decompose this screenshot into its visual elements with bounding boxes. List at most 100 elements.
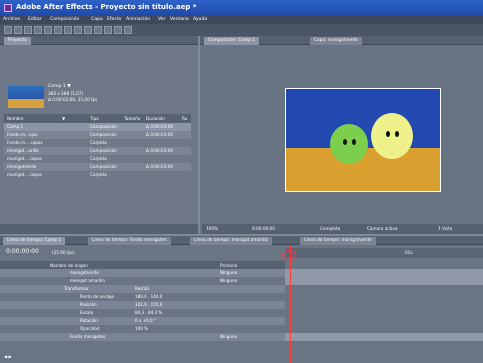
list-item[interactable]: monigot... capas Carpeta (4, 155, 191, 163)
text-tool-icon[interactable] (84, 26, 92, 34)
puppet-tool-icon[interactable] (124, 26, 132, 34)
eraser-tool-icon[interactable] (114, 26, 122, 34)
resolution[interactable]: Completa (320, 226, 340, 231)
list-item[interactable]: Fondo m... capas Carpeta (4, 139, 191, 147)
col-duration[interactable]: Duración (146, 114, 165, 123)
tab-timeline-verde[interactable]: Línea de tiempo: monigotverde (300, 237, 376, 245)
table-row[interactable]: Fondo monigotes Ninguno (0, 333, 285, 341)
zoom-level[interactable]: 100% (206, 226, 218, 231)
table-row[interactable]: Rotación 0 x +0,0 ° (0, 317, 285, 325)
menu-ayuda[interactable]: Ayuda (193, 17, 207, 22)
list-item-type: Carpeta (90, 172, 107, 177)
timeline-tabbar: Línea de tiempo: Comp 1 Línea de tiempo:… (0, 236, 483, 245)
property-name: Punto de anclaje (80, 294, 115, 299)
table-row[interactable]: Punto de anclaje 180,0 , 144,0 (0, 293, 285, 301)
tab-timeline-amarillo[interactable]: Línea de tiempo: monigot amarillo (190, 237, 273, 245)
menu-ventana[interactable]: Ventana (170, 17, 189, 22)
app-icon (4, 4, 12, 12)
menu-bar: Archivo Editar Composición Capa Efecto A… (0, 16, 483, 24)
rotate-tool-icon[interactable] (34, 26, 42, 34)
menu-editar[interactable]: Editar (28, 17, 42, 22)
property-value[interactable]: 0 x +0,0 ° (135, 317, 156, 325)
list-item[interactable]: monigotverde Composición Δ 0:00:03:00 (4, 163, 191, 171)
property-value[interactable]: 84,3 , 84,3 % (135, 309, 162, 317)
layer-name: monigotverde (70, 270, 99, 275)
window-titlebar: Adobe After Effects - Proyecto sin títul… (0, 0, 483, 16)
project-panel: Proyecto Comp 1 ▼ 360 x 288 (1,07) Δ 0:0… (0, 36, 198, 234)
project-item-info-2: Δ 0:00:03:00, 25,00 fps (48, 97, 98, 102)
list-item[interactable]: Fondo m...ojas Composición Δ 0:00:03:00 (4, 131, 191, 139)
list-item-duration: Δ 0:00:03:00 (146, 124, 174, 129)
stamp-tool-icon[interactable] (104, 26, 112, 34)
timeline-ruler[interactable]: 01s (285, 248, 483, 258)
list-item-type: Carpeta (90, 140, 107, 145)
list-item-duration: Δ 0:00:03:00 (146, 132, 174, 137)
playhead-handle-icon[interactable] (282, 250, 296, 260)
brush-tool-icon[interactable] (94, 26, 102, 34)
layer-parent[interactable]: Ninguno (220, 269, 237, 277)
yellow-character[interactable] (371, 113, 413, 159)
menu-composicion[interactable]: Composición (50, 17, 79, 22)
list-item[interactable]: Comp 1 Composición Δ 0:00:03:00 (4, 123, 191, 131)
mask-tool-icon[interactable] (64, 26, 72, 34)
layer-name: monigot amarillo (70, 278, 105, 283)
menu-archivo[interactable]: Archivo (3, 17, 20, 22)
layer-parent[interactable]: Ninguno (220, 277, 237, 285)
menu-efecto[interactable]: Efecto (107, 17, 121, 22)
current-time[interactable]: 0:00:00:00 (252, 226, 275, 231)
tab-proyecto[interactable]: Proyecto (4, 37, 31, 45)
col-parent[interactable]: Primario (220, 263, 237, 268)
list-item[interactable]: monigot...arillo Composición Δ 0:00:03:0… (4, 147, 191, 155)
timeline-track[interactable] (285, 333, 483, 341)
property-value[interactable]: 180,0 , 144,0 (135, 293, 162, 301)
zoom-tool-icon[interactable] (24, 26, 32, 34)
col-sort[interactable]: ▼ (62, 114, 65, 123)
col-type[interactable]: Tipo (90, 114, 99, 123)
pen-tool-icon[interactable] (74, 26, 82, 34)
list-item-name: Fondo m... capas (7, 140, 43, 145)
menu-capa[interactable]: Capa (91, 17, 103, 22)
green-eye-right-icon (352, 139, 356, 145)
timeline-nav[interactable]: ◀ ▶ (4, 354, 12, 359)
hand-tool-icon[interactable] (14, 26, 22, 34)
timecode[interactable]: 0:00:00:00 (6, 248, 39, 255)
col-name[interactable]: Nombre (7, 114, 24, 123)
col-source-name[interactable]: Nombre de origen (50, 263, 88, 268)
col-size[interactable]: Tamaño (124, 114, 140, 123)
property-value[interactable]: 100 % (135, 325, 148, 333)
table-row[interactable]: monigot amarillo Ninguno (0, 277, 285, 285)
tab-capa[interactable]: Capa: monigotverde (310, 37, 362, 45)
table-row[interactable]: Opacidad 100 % (0, 325, 285, 333)
property-name: Escala (80, 310, 94, 315)
selection-tool-icon[interactable] (4, 26, 12, 34)
camera-tool-icon[interactable] (44, 26, 52, 34)
tab-timeline-comp1[interactable]: Línea de tiempo: Comp 1 (3, 237, 66, 245)
layer-parent[interactable]: Ninguno (220, 333, 237, 341)
menu-animacion[interactable]: Animación (126, 17, 150, 22)
view-layout[interactable]: 1 Vista (438, 226, 452, 231)
list-item-type: Composición (90, 164, 117, 169)
table-row[interactable]: Transformar Restab. (0, 285, 285, 293)
col-ru[interactable]: Ru (182, 114, 187, 123)
pan-tool-icon[interactable] (54, 26, 62, 34)
property-value[interactable]: 101,0 , 155,0 (135, 301, 162, 309)
list-item-duration: Δ 0:00:03:00 (146, 164, 174, 169)
table-row[interactable]: Escala 84,3 , 84,3 % (0, 309, 285, 317)
layer-name: Fondo monigotes (70, 334, 106, 339)
table-row[interactable]: Posición 101,0 , 155,0 (0, 301, 285, 309)
fps: (25.00 fps) (52, 250, 75, 255)
tab-composicion[interactable]: Composición: Comp 1 (204, 37, 259, 45)
property-reset-link[interactable]: Restab. (135, 285, 150, 293)
timeline-track[interactable] (285, 277, 483, 285)
green-character[interactable] (330, 124, 368, 164)
active-camera[interactable]: Cámara activa (367, 226, 397, 231)
menu-ver[interactable]: Ver (158, 17, 166, 22)
table-row[interactable]: monigotverde Ninguno (0, 269, 285, 277)
tab-timeline-fondo[interactable]: Línea de tiempo: Fondo monigotes (88, 237, 171, 245)
timeline-track[interactable] (285, 269, 483, 277)
project-tabbar: Proyecto (0, 36, 198, 45)
playhead[interactable] (290, 246, 291, 363)
composition-bottom-bar: 100% 0:00:00:00 Completa Cámara activa 1… (202, 224, 483, 234)
list-item-name: Fondo m...ojas (7, 132, 38, 137)
list-item[interactable]: monigot... capas Carpeta (4, 171, 191, 179)
